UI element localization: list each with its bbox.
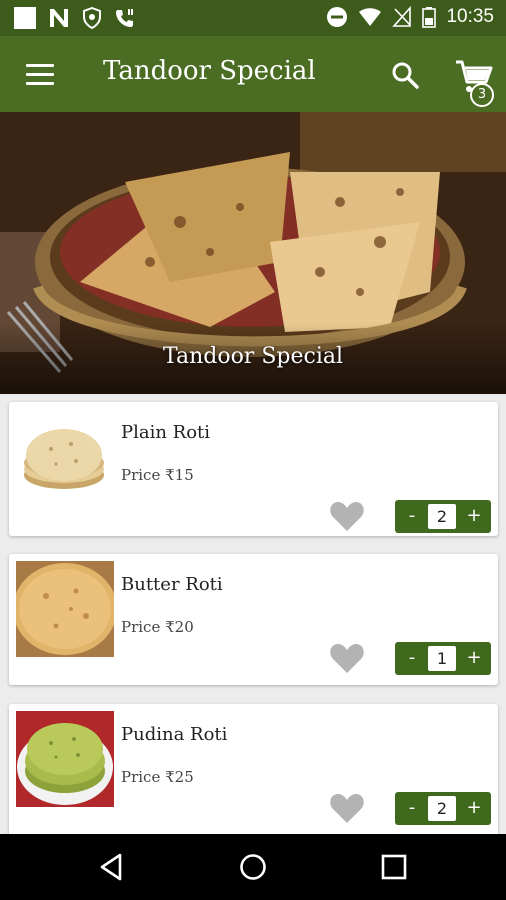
home-icon[interactable] [238, 852, 268, 882]
app-bar: Tandoor Special 3 [0, 36, 506, 112]
n-app-icon [50, 9, 68, 27]
search-icon[interactable] [390, 60, 420, 90]
decrease-quantity-button[interactable]: - [397, 792, 427, 825]
increase-quantity-button[interactable]: + [459, 792, 489, 825]
notification-square-icon [14, 7, 36, 29]
menu-item-list[interactable]: Plain Roti Price ₹15 - 2 + Butter Roti P… [0, 394, 506, 834]
battery-icon [422, 7, 437, 28]
quantity-value: 2 [428, 504, 456, 529]
cart-count-badge: 3 [470, 83, 494, 107]
decrease-quantity-button[interactable]: - [397, 642, 427, 675]
list-item[interactable]: Butter Roti Price ₹20 - 1 + [9, 554, 498, 685]
quantity-stepper: - 2 + [395, 500, 491, 533]
wifi-icon [359, 8, 382, 26]
system-navigation-bar [0, 834, 506, 900]
quantity-stepper: - 2 + [395, 792, 491, 825]
status-right-icons: 10:35 [326, 6, 494, 28]
status-left-icons [14, 7, 136, 29]
item-price: Price ₹15 [121, 466, 194, 484]
hamburger-menu-icon[interactable] [26, 64, 54, 86]
butter-roti-image [16, 561, 114, 657]
quantity-value: 1 [428, 646, 456, 671]
heart-favorite-icon[interactable] [329, 792, 365, 824]
heart-favorite-icon[interactable] [329, 642, 365, 674]
heart-favorite-icon[interactable] [329, 500, 365, 532]
back-icon[interactable] [97, 852, 127, 882]
hero-title: Tandoor Special [162, 344, 344, 369]
item-name: Butter Roti [121, 574, 223, 595]
do-not-disturb-icon [327, 7, 348, 27]
decrease-quantity-button[interactable]: - [397, 500, 427, 533]
shield-icon [83, 7, 101, 29]
item-name: Pudina Roti [121, 724, 228, 745]
list-item[interactable]: Plain Roti Price ₹15 - 2 + [9, 402, 498, 536]
category-hero-image: Tandoor Special [0, 112, 506, 394]
pudina-roti-image [16, 711, 114, 807]
item-price: Price ₹25 [121, 768, 194, 786]
page-title: Tandoor Special [103, 56, 316, 86]
no-signal-icon [392, 6, 412, 27]
status-bar: 10:35 [0, 0, 506, 36]
plain-roti-image [16, 409, 114, 505]
item-price: Price ₹20 [121, 618, 194, 636]
increase-quantity-button[interactable]: + [459, 642, 489, 675]
phone-icon [116, 9, 133, 27]
status-time: 10:35 [446, 6, 494, 27]
quantity-stepper: - 1 + [395, 642, 491, 675]
list-item[interactable]: Pudina Roti Price ₹25 - 2 + [9, 704, 498, 834]
item-name: Plain Roti [121, 422, 211, 443]
quantity-value: 2 [428, 796, 456, 821]
recents-icon[interactable] [379, 852, 409, 882]
increase-quantity-button[interactable]: + [459, 500, 489, 533]
